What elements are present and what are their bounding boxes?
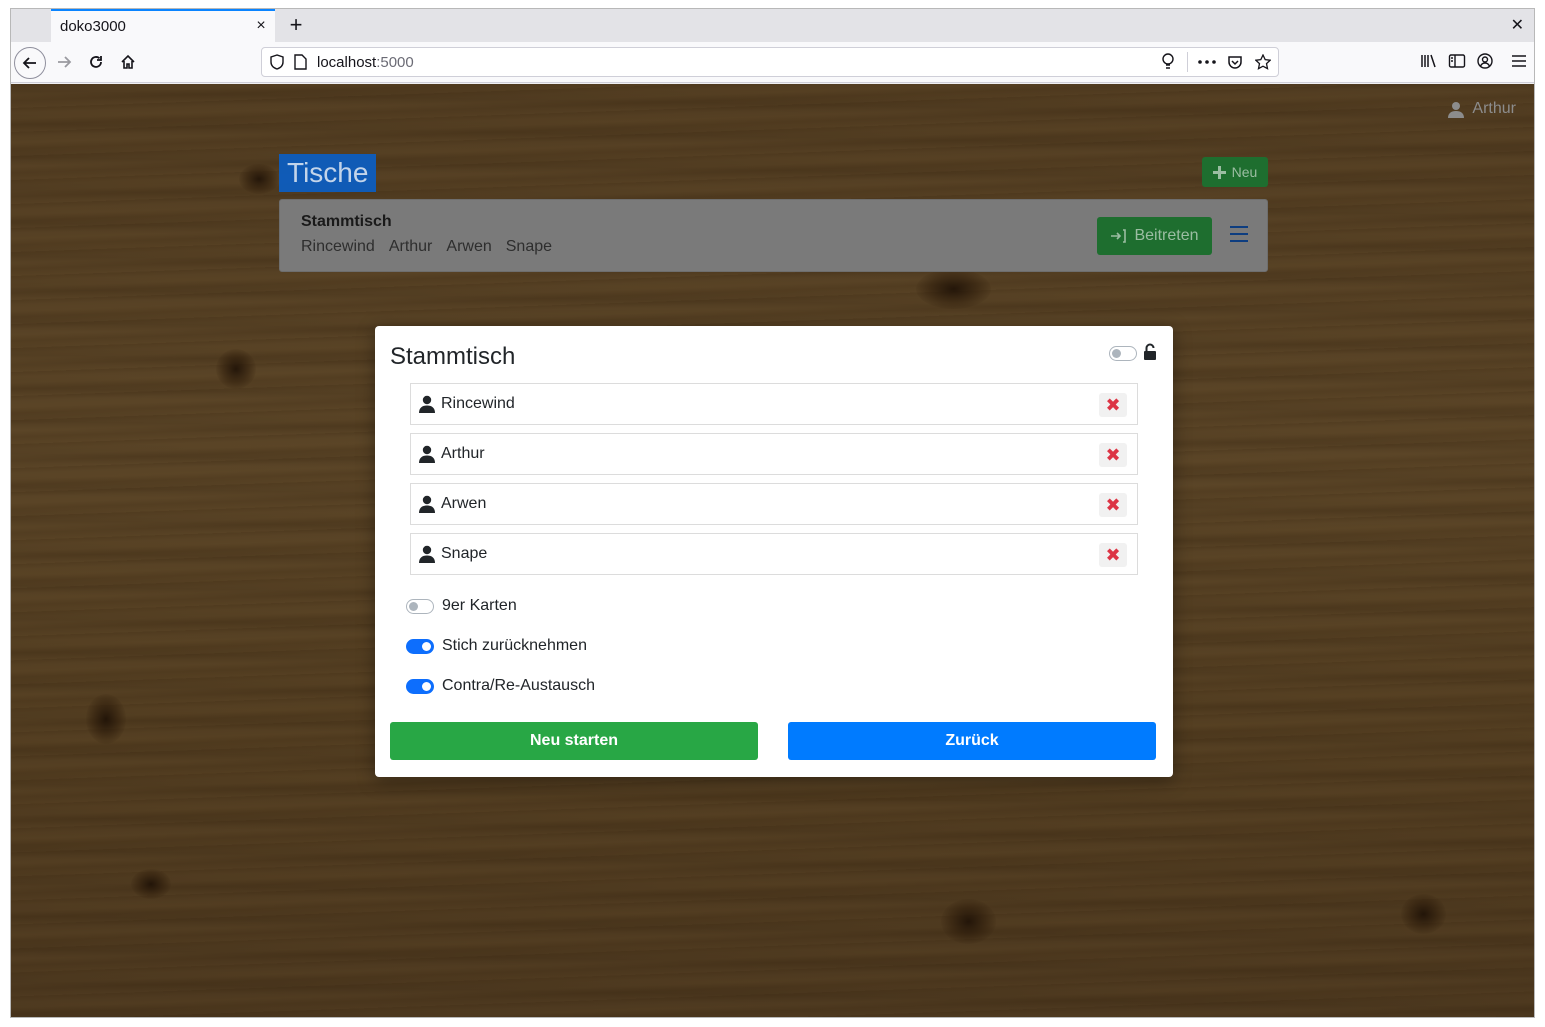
toolbar-right (1420, 50, 1528, 72)
home-button[interactable] (113, 47, 143, 77)
user-name: Arthur (1472, 100, 1516, 117)
remove-player-button[interactable]: ✖ (1099, 393, 1127, 417)
table-player: Arthur (388, 238, 433, 255)
browser-window: doko3000 × + ✕ localhost:5000 Arthur Ti… (10, 8, 1535, 1018)
option-switch[interactable] (406, 598, 434, 614)
user-icon (1448, 101, 1465, 118)
reload-icon (90, 56, 102, 68)
url-actions (1159, 51, 1272, 73)
player-row: Snape ✖ (410, 533, 1138, 575)
navigation-toolbar: localhost:5000 (11, 42, 1534, 83)
plus-icon (1212, 165, 1226, 179)
divider (1187, 52, 1188, 72)
remove-player-button[interactable]: ✖ (1099, 543, 1127, 567)
url-host: localhost (317, 53, 377, 71)
option-label: 9er Karten (442, 597, 517, 614)
hamburger-menu-icon[interactable] (1510, 50, 1528, 72)
player-row: Arthur ✖ (410, 433, 1138, 475)
table-player: Arwen (446, 238, 492, 255)
pocket-icon[interactable] (1226, 51, 1244, 73)
player-name: Snape (441, 545, 488, 562)
reload-button[interactable] (81, 47, 111, 77)
option-switch[interactable] (406, 678, 434, 694)
join-table-label: Beitreten (1134, 227, 1199, 244)
tab-close-icon[interactable]: × (253, 18, 269, 34)
tab-title: doko3000 (60, 18, 126, 35)
player-name: Rincewind (441, 395, 515, 412)
option-9er-karten[interactable]: 9er Karten (406, 597, 517, 615)
url-bar[interactable]: localhost:5000 (261, 47, 1279, 77)
library-icon[interactable] (1420, 50, 1438, 72)
modal-title: Stammtisch (390, 343, 516, 370)
window-close-icon[interactable]: ✕ (1511, 15, 1524, 35)
player-name: Arthur (441, 445, 485, 462)
option-label: Contra/Re-Austausch (442, 677, 595, 694)
sidebar-icon[interactable] (1448, 50, 1466, 72)
new-tab-button[interactable]: + (283, 12, 309, 38)
shield-icon (270, 54, 284, 70)
restart-button[interactable]: Neu starten (390, 722, 758, 760)
option-switch[interactable] (406, 638, 434, 654)
lock-switch[interactable] (1109, 346, 1137, 361)
table-name: Stammtisch (301, 213, 392, 230)
option-stich-zuruecknehmen[interactable]: Stich zurücknehmen (406, 637, 587, 655)
user-icon (419, 445, 435, 463)
lock-toggle[interactable] (1109, 346, 1137, 361)
bookmark-star-icon[interactable] (1254, 51, 1272, 73)
forward-arrow-icon (58, 56, 72, 68)
back-arrow-icon (22, 57, 36, 69)
remove-player-button[interactable]: ✖ (1099, 493, 1127, 517)
page-icon (294, 54, 307, 70)
user-icon (419, 395, 435, 413)
table-player: Snape (505, 238, 553, 255)
home-icon (121, 54, 135, 69)
lightbulb-icon[interactable] (1159, 51, 1177, 73)
table-player-list: Rincewind Arthur Arwen Snape (301, 238, 552, 256)
unlock-icon (1144, 343, 1156, 360)
new-table-button[interactable]: Neu (1202, 157, 1268, 187)
table-menu-icon[interactable] (1230, 226, 1248, 242)
more-actions-icon[interactable] (1198, 51, 1216, 73)
player-row: Arwen ✖ (410, 483, 1138, 525)
join-table-button[interactable]: Beitreten (1097, 217, 1212, 255)
tab-bar: doko3000 × + ✕ (11, 9, 1534, 42)
table-card: Stammtisch Rincewind Arthur Arwen Snape … (279, 199, 1268, 272)
back-button[interactable]: Zurück (788, 722, 1156, 760)
table-settings-modal: Stammtisch Rincewind ✖ Arthur ✖ Arwen ✖ (375, 326, 1173, 777)
option-label: Stich zurücknehmen (442, 637, 587, 654)
enter-icon (1111, 229, 1127, 243)
user-icon (419, 495, 435, 513)
player-row: Rincewind ✖ (410, 383, 1138, 425)
remove-player-button[interactable]: ✖ (1099, 443, 1127, 467)
url-port: :5000 (376, 53, 414, 71)
forward-button[interactable] (49, 47, 79, 77)
account-icon[interactable] (1476, 50, 1494, 72)
new-table-label: Neu (1231, 164, 1258, 180)
option-contra-re-austausch[interactable]: Contra/Re-Austausch (406, 677, 595, 695)
table-player: Rincewind (301, 238, 375, 255)
back-button[interactable] (14, 47, 46, 79)
user-icon (419, 545, 435, 563)
page-title: Tische (279, 154, 377, 192)
player-name: Arwen (441, 495, 487, 512)
page-content: Arthur Tische Neu Stammtisch Rincewind A… (11, 84, 1534, 1017)
browser-tab[interactable]: doko3000 × (51, 9, 275, 42)
user-menu[interactable]: Arthur (1448, 100, 1516, 118)
